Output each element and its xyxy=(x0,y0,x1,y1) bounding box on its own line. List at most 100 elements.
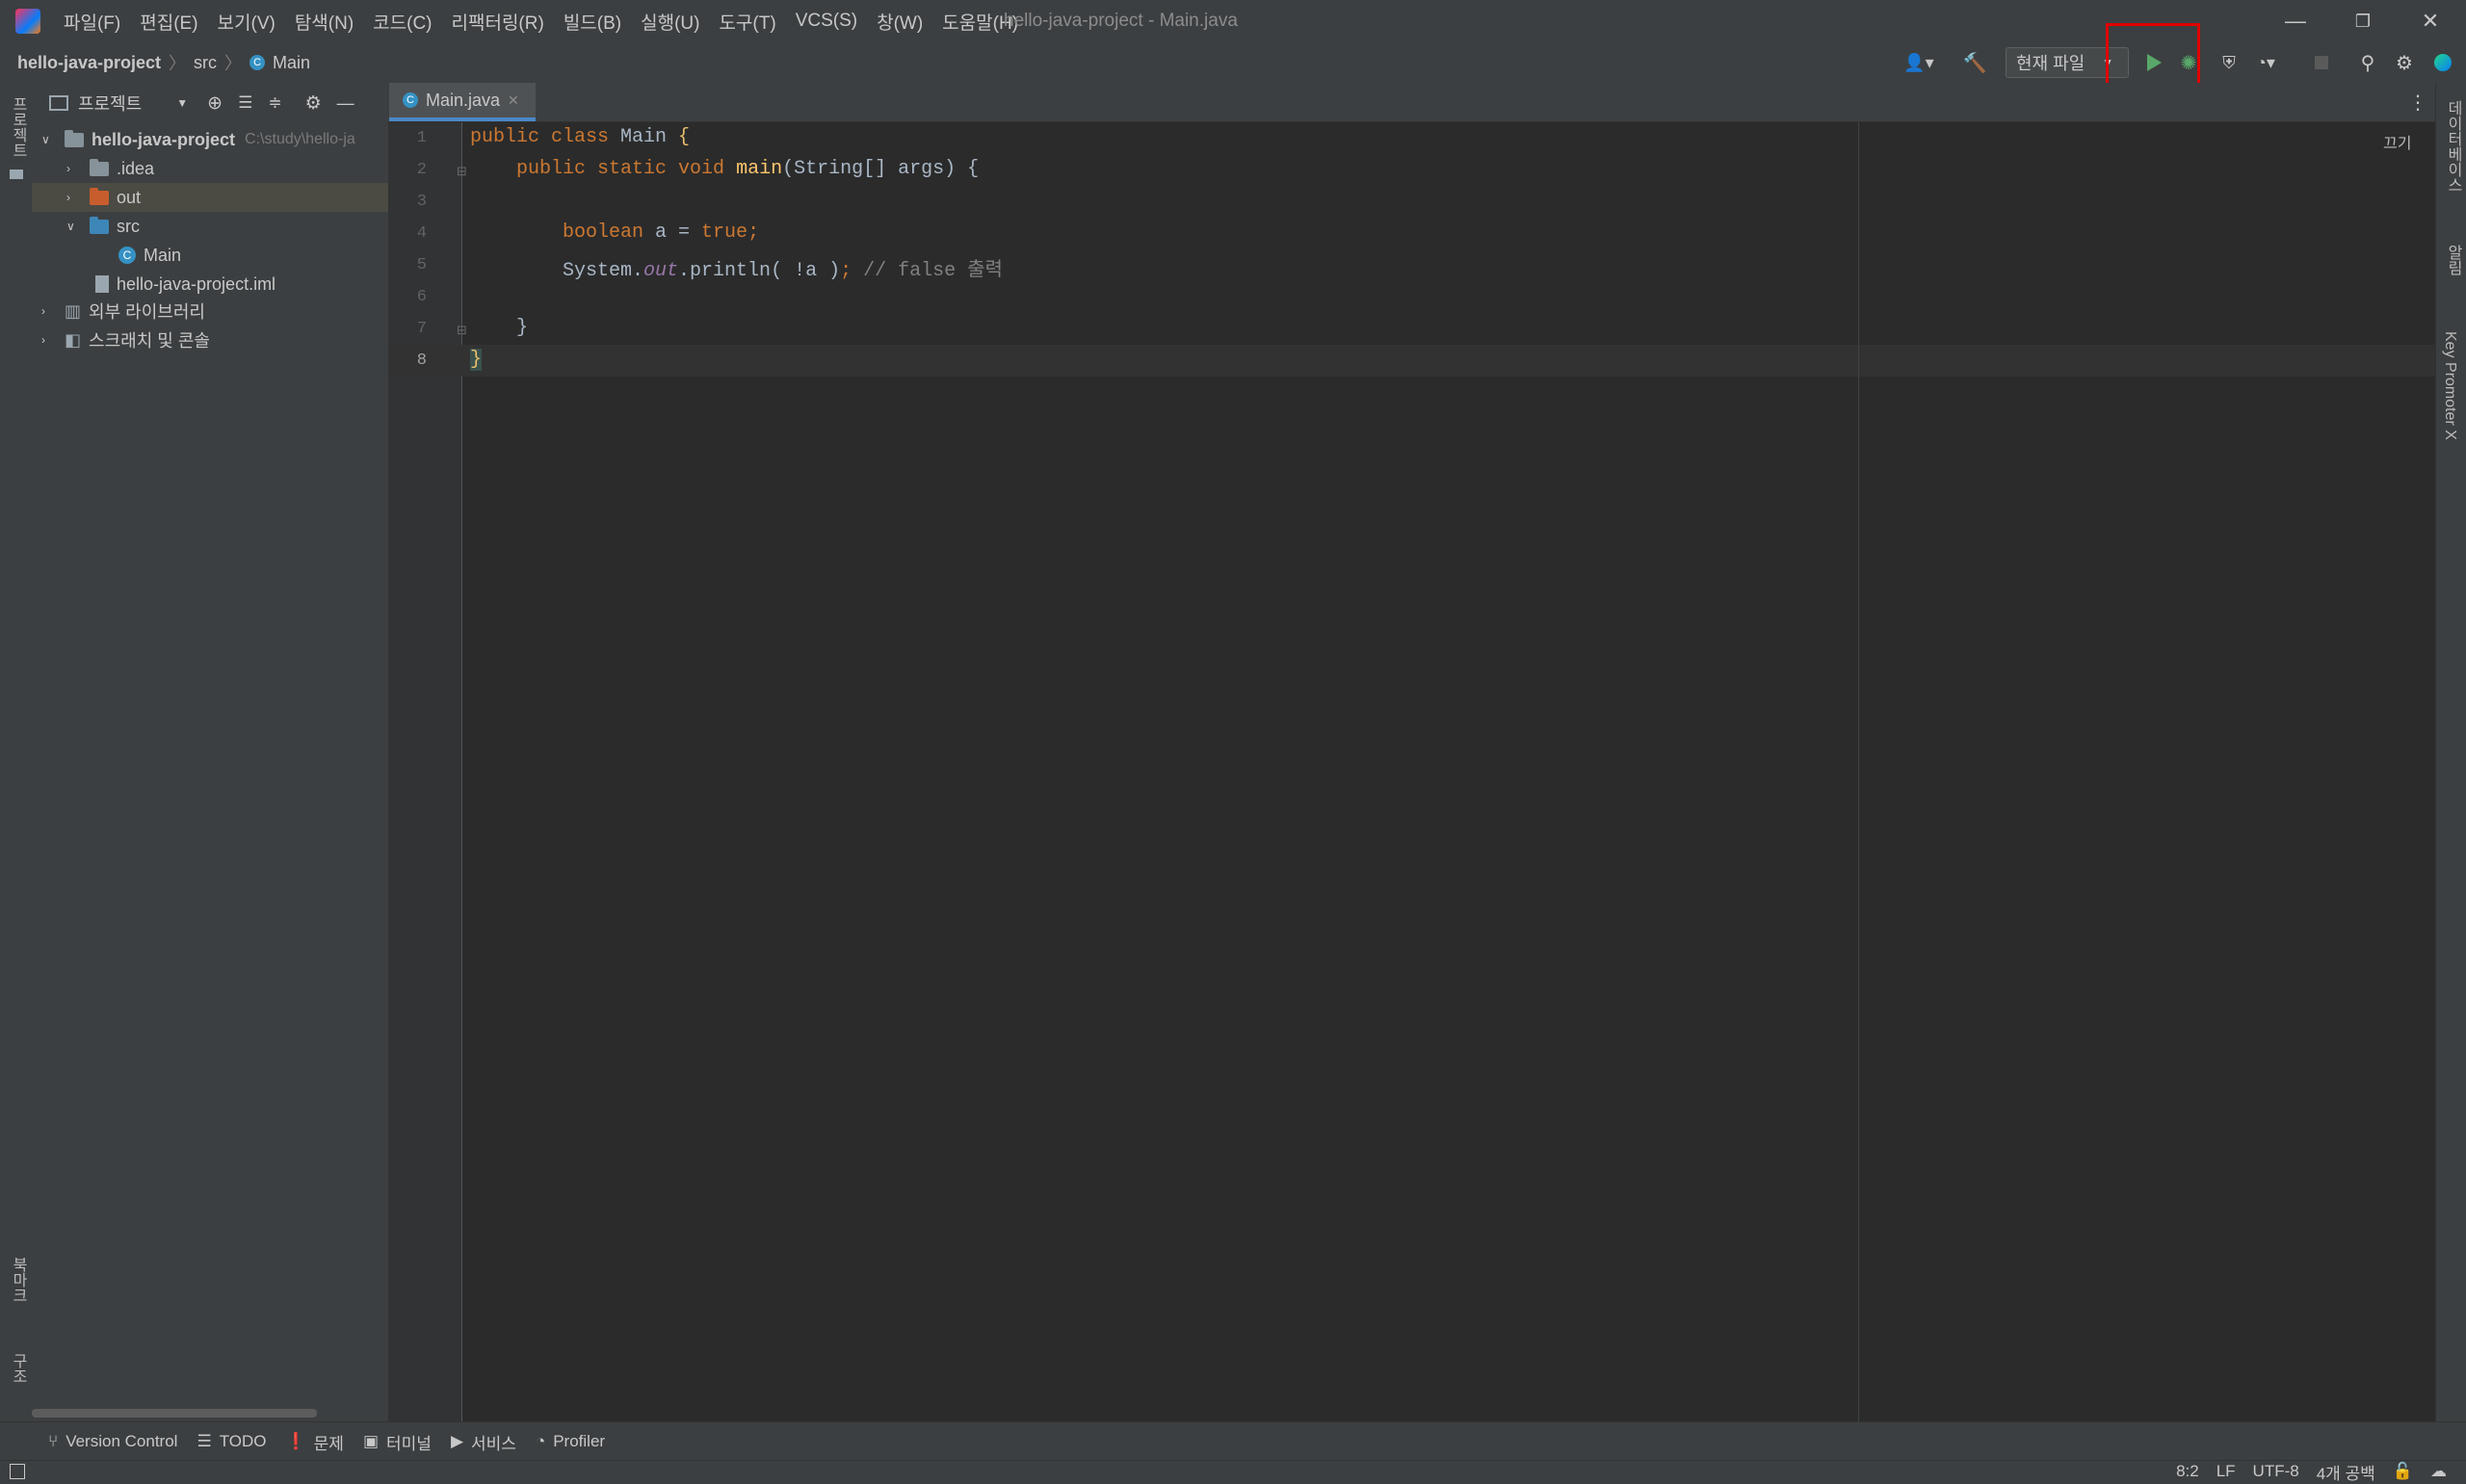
project-tool-tab[interactable]: 프로젝트 xyxy=(6,96,29,158)
tree-row-external-libraries[interactable]: › ▥ 외부 라이브러리 xyxy=(32,297,388,325)
status-items: 8:2 LF UTF-8 4개 공백 🔓 ☁ xyxy=(2176,1460,2447,1483)
breadcrumb-file[interactable]: Main xyxy=(273,53,310,73)
project-panel-title[interactable]: 프로젝트 xyxy=(78,91,142,116)
tree-label: 스크래치 및 콘솔 xyxy=(89,331,210,351)
folder-icon xyxy=(90,216,109,234)
more-options-icon[interactable]: ⋮ xyxy=(2408,91,2427,115)
gear-icon[interactable]: ⚙ xyxy=(305,92,322,115)
line-number-gutter xyxy=(388,122,462,1421)
notifications-tool-tab[interactable]: 알림 xyxy=(2441,245,2464,275)
lock-icon[interactable]: 🔓 xyxy=(2393,1462,2413,1481)
window-title: hello-java-project - Main.java xyxy=(1004,11,1238,31)
tree-row-out[interactable]: › out xyxy=(32,183,388,212)
right-margin-guide xyxy=(1858,122,1859,1421)
restore-button[interactable]: ❐ xyxy=(2329,0,2397,42)
menu-code[interactable]: 코드(C) xyxy=(373,9,432,35)
close-window-button[interactable]: ✕ xyxy=(2397,0,2464,42)
chevron-right-icon: › xyxy=(66,162,70,175)
chevron-down-icon: ∨ xyxy=(41,133,50,146)
fold-icon[interactable]: ⊟ xyxy=(457,323,467,338)
library-icon: ▥ xyxy=(65,300,82,321)
code-line-2: public static void main(String[] args) { xyxy=(516,158,980,180)
close-tab-icon[interactable]: ✕ xyxy=(508,92,519,109)
tab-main-java[interactable]: C Main.java ✕ xyxy=(389,83,536,121)
bookmarks-tool-tab[interactable]: 북마크 xyxy=(6,1257,29,1303)
line-separator[interactable]: LF xyxy=(2217,1462,2236,1481)
problems-tab[interactable]: ❗ 문제 xyxy=(286,1430,344,1454)
tree-row-idea[interactable]: › .idea xyxy=(32,154,388,183)
code-editor[interactable] xyxy=(462,122,2435,1421)
app-logo[interactable] xyxy=(15,9,40,34)
menu-tools[interactable]: 도구(T) xyxy=(719,9,775,35)
tree-row-main[interactable]: C Main xyxy=(32,241,388,270)
reader-mode-toggle[interactable]: 끄기 xyxy=(2383,130,2411,153)
tab-label: Main.java xyxy=(426,90,501,110)
build-button[interactable]: 🔨 xyxy=(1959,48,1990,77)
code-line-7: } xyxy=(470,317,529,339)
terminal-tab[interactable]: ▣ 터미널 xyxy=(363,1430,432,1454)
class-icon: C xyxy=(118,247,136,264)
caret-position[interactable]: 8:2 xyxy=(2176,1462,2199,1481)
toolbox-button[interactable] xyxy=(2427,48,2458,77)
breadcrumb-folder[interactable]: src xyxy=(194,53,217,73)
stop-button[interactable] xyxy=(2306,48,2337,77)
locate-icon[interactable]: ⊕ xyxy=(207,92,223,115)
version-control-label: Version Control xyxy=(66,1432,178,1450)
settings-button[interactable]: ⚙ xyxy=(2389,48,2420,77)
menu-edit[interactable]: 편집(E) xyxy=(140,9,197,35)
file-encoding[interactable]: UTF-8 xyxy=(2253,1462,2299,1481)
minimize-button[interactable]: — xyxy=(2262,0,2329,42)
profile-button[interactable]: ◔▾ xyxy=(2250,48,2281,77)
menu-refactor[interactable]: 리팩터링(R) xyxy=(452,9,544,35)
folder-icon xyxy=(90,158,109,176)
tree-row-iml[interactable]: hello-java-project.iml xyxy=(32,270,388,299)
fold-icon[interactable]: ⊟ xyxy=(457,164,467,179)
menu-file[interactable]: 파일(F) xyxy=(64,9,120,35)
version-control-tab[interactable]: ⑂ Version Control xyxy=(48,1432,177,1451)
chevron-right-icon: › xyxy=(66,191,70,204)
todo-tab[interactable]: ☰ TODO xyxy=(197,1432,266,1451)
chevron-down-icon: ∨ xyxy=(66,220,75,233)
tree-label: src xyxy=(117,216,140,236)
expand-all-icon[interactable]: ☰ xyxy=(238,93,252,113)
class-icon: C xyxy=(403,92,418,108)
panel-horizontal-scrollbar[interactable] xyxy=(32,1409,317,1418)
chevron-right-icon: 〉 xyxy=(224,54,243,73)
chevron-down-icon[interactable]: ▼ xyxy=(176,96,188,110)
line-number: 6 xyxy=(416,288,427,306)
git-status-icon[interactable]: ☁ xyxy=(2430,1462,2447,1481)
menu-navigate[interactable]: 탐색(N) xyxy=(295,9,354,35)
terminal-label: 터미널 xyxy=(386,1434,432,1453)
folder-icon xyxy=(90,187,109,205)
menu-run[interactable]: 실행(U) xyxy=(641,9,699,35)
tree-label: 외부 라이브러리 xyxy=(89,302,205,322)
hide-panel-icon[interactable]: — xyxy=(337,93,354,114)
tree-row-project[interactable]: ∨ hello-java-project C:\study\hello-ja xyxy=(32,125,388,154)
gear-icon: ⚙ xyxy=(2396,52,2413,74)
search-button[interactable]: ⚲ xyxy=(2352,48,2383,77)
menu-vcs[interactable]: VCS(S) xyxy=(796,11,857,32)
toggle-tool-windows-icon[interactable] xyxy=(10,1464,25,1479)
database-tool-tab[interactable]: 데이터베이스 xyxy=(2441,100,2464,193)
coverage-button[interactable]: ⛨ xyxy=(2214,48,2244,77)
structure-tool-tab[interactable]: 구조 xyxy=(6,1353,29,1384)
list-icon: ☰ xyxy=(197,1432,212,1450)
problems-label: 문제 xyxy=(313,1434,344,1453)
warning-icon: ❗ xyxy=(285,1432,306,1450)
menu-build[interactable]: 빌드(B) xyxy=(564,9,621,35)
menu-window[interactable]: 창(W) xyxy=(877,9,923,35)
account-button[interactable]: 👤▾ xyxy=(1903,48,1934,77)
services-tab[interactable]: ▶ 서비스 xyxy=(451,1430,516,1454)
tree-row-src[interactable]: ∨ src xyxy=(32,212,388,241)
breadcrumb-project[interactable]: hello-java-project xyxy=(17,53,161,73)
shield-icon: ⛨ xyxy=(2222,52,2236,72)
indent-setting[interactable]: 4개 공백 xyxy=(2317,1460,2375,1484)
chevron-right-icon: 〉 xyxy=(169,54,187,73)
keypromoter-tool-tab[interactable]: Key Promoter X xyxy=(2441,331,2458,440)
menu-view[interactable]: 보기(V) xyxy=(218,9,275,35)
collapse-all-icon[interactable]: ≑ xyxy=(268,93,281,113)
tree-row-scratches[interactable]: › ◧ 스크래치 및 콘솔 xyxy=(32,325,388,354)
current-line-highlight xyxy=(388,345,2435,377)
profiler-tab[interactable]: ◔ Profiler xyxy=(536,1432,605,1451)
services-label: 서비스 xyxy=(471,1434,516,1453)
